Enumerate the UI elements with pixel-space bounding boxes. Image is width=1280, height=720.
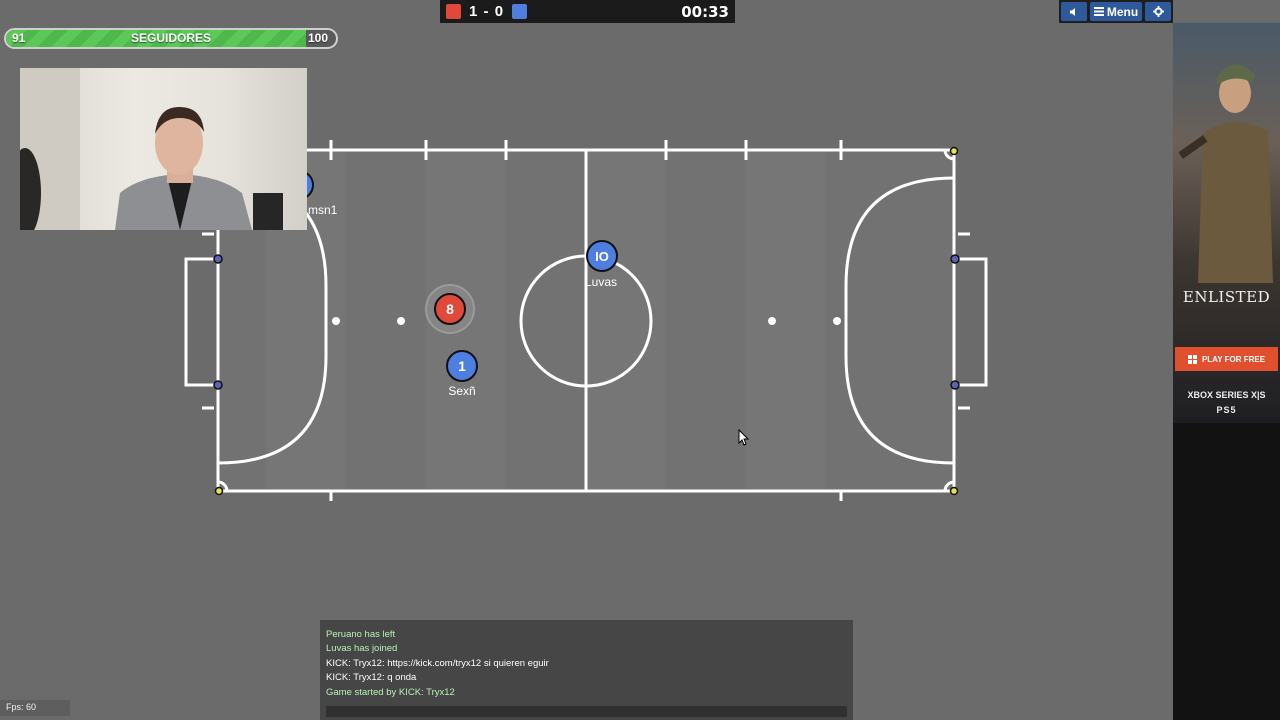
score-separator: - bbox=[483, 3, 490, 20]
red-score: 1 bbox=[469, 3, 479, 20]
sound-button[interactable] bbox=[1061, 2, 1087, 21]
followers-progress-bar: 91 SEGUIDORES 100 bbox=[4, 28, 338, 49]
ad-logo: ENLISTED bbox=[1182, 288, 1271, 306]
chat-message: Luvas has joined bbox=[326, 643, 398, 655]
player-blue-io: IO Luvas bbox=[585, 240, 618, 289]
fps-counter: Fps: 60 bbox=[0, 700, 70, 716]
speaker-icon bbox=[1070, 7, 1075, 16]
windows-icon bbox=[1187, 354, 1197, 364]
player-name: Sexñ bbox=[448, 384, 475, 398]
player-red-8: 8 bbox=[425, 284, 475, 334]
player-number: 1 bbox=[458, 358, 466, 374]
chat-message: KICK: Tryx12: https://kick.com/tryx12 si… bbox=[326, 657, 549, 669]
top-controls: Menu bbox=[1059, 0, 1173, 23]
menu-button[interactable]: Menu bbox=[1090, 2, 1142, 21]
chat-message: Game started by KICK: Tryx12 bbox=[326, 686, 455, 698]
streamer-image bbox=[20, 68, 283, 230]
player-name: msn1 bbox=[308, 203, 338, 217]
chat-input[interactable] bbox=[326, 706, 847, 717]
ad-platform-ps5: PS5 bbox=[1216, 405, 1237, 415]
followers-title: SEGUIDORES bbox=[130, 31, 211, 45]
scoreboard: 1 - 0 00:33 bbox=[440, 0, 735, 23]
followers-max: 100 bbox=[307, 31, 328, 45]
player-number: IO bbox=[595, 249, 609, 264]
ad-sidebar-background bbox=[1173, 423, 1280, 720]
chat-panel: Peruano has left Luvas has joined KICK: … bbox=[320, 620, 853, 720]
player-name: Luvas bbox=[585, 275, 617, 289]
ad-play-button[interactable]: PLAY FOR FREE bbox=[1175, 347, 1278, 371]
advertisement-banner[interactable]: ENLISTED PLAY FOR FREE XBOX SERIES X|S P… bbox=[1173, 23, 1280, 423]
player-blue-1: 1 Sexñ bbox=[446, 350, 478, 398]
ad-platform-xbox: XBOX SERIES X|S bbox=[1187, 390, 1266, 400]
red-team-indicator bbox=[446, 4, 461, 19]
ad-cta-label: PLAY FOR FREE bbox=[1201, 354, 1266, 364]
chat-message: KICK: Tryx12: q onda bbox=[326, 672, 417, 684]
gear-icon bbox=[1152, 6, 1164, 17]
chat-message: Peruano has left bbox=[326, 629, 396, 640]
settings-button[interactable] bbox=[1145, 2, 1171, 21]
menu-label: Menu bbox=[1106, 4, 1139, 19]
score-display: 1 - 0 bbox=[469, 3, 504, 20]
blue-team-indicator bbox=[512, 4, 528, 19]
match-timer: 00:33 bbox=[681, 2, 729, 21]
hamburger-icon bbox=[1093, 7, 1104, 16]
ad-soldier-image bbox=[1178, 64, 1273, 283]
blue-score: 0 bbox=[494, 3, 505, 20]
webcam-overlay bbox=[20, 68, 307, 230]
player-number: 8 bbox=[446, 301, 454, 317]
